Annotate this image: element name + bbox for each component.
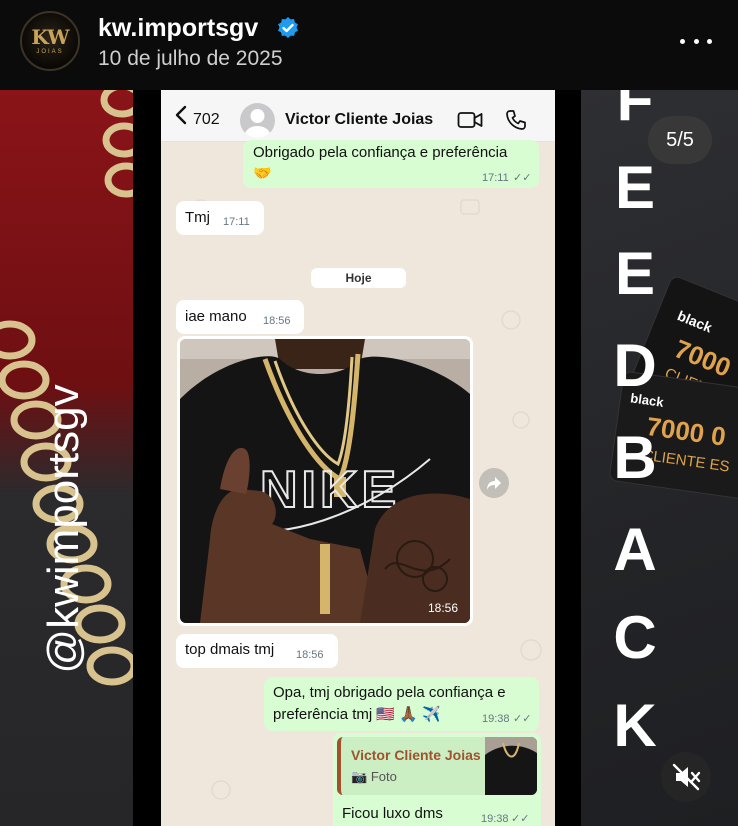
read-ticks-icon: ✓✓ xyxy=(513,172,532,184)
overlay-letter: K xyxy=(613,692,657,759)
message-time: 18:56 xyxy=(263,315,291,327)
story-pager: 5/5 xyxy=(648,116,712,164)
back-arrow-icon[interactable] xyxy=(171,104,193,126)
story-media[interactable]: @kwimportsgv 702 Victor Cliente Joias Ob… xyxy=(0,90,738,826)
message-time: 17:11 xyxy=(223,216,250,228)
svg-text:NIKE: NIKE xyxy=(260,461,400,519)
overlay-letter: E xyxy=(614,240,656,307)
video-call-icon[interactable] xyxy=(457,110,483,130)
profile-avatar[interactable]: KW JOIAS xyxy=(20,11,80,71)
message-bubble-incoming[interactable]: top dmais tmj 18:56 xyxy=(176,634,338,668)
message-text: Obrigado pela confiança e preferência xyxy=(253,144,508,161)
message-text-line1: Opa, tmj obrigado pela confiança e xyxy=(273,684,506,701)
handshake-emoji: 🤝 xyxy=(253,165,272,182)
quoted-sender: Victor Cliente Joias xyxy=(351,747,481,763)
message-text: iae mano xyxy=(185,308,247,325)
forward-icon[interactable] xyxy=(479,468,509,498)
chat-header: 702 Victor Cliente Joias xyxy=(161,90,555,142)
message-bubble-outgoing[interactable]: Obrigado pela confiança e preferência 🤝 … xyxy=(243,140,539,188)
message-text: top dmais tmj xyxy=(185,641,275,658)
message-text-line2: preferência tmj 🇺🇸 🙏🏾 ✈️ xyxy=(273,706,441,723)
avatar-subtitle: JOIAS xyxy=(36,49,64,55)
quoted-photo-thumbnail xyxy=(485,737,537,795)
photo-time: 18:56 xyxy=(427,601,458,615)
date-separator: Hoje xyxy=(311,268,406,288)
story-watermark: @kwimportsgv xyxy=(39,384,88,674)
mute-icon[interactable] xyxy=(661,752,711,802)
message-bubble-incoming[interactable]: iae mano 18:56 xyxy=(176,300,304,334)
message-text: Tmj xyxy=(185,209,210,226)
overlay-letter: D xyxy=(613,332,657,399)
overlay-letter: B xyxy=(613,424,657,491)
left-jewelry-photo: @kwimportsgv xyxy=(0,90,148,826)
customer-photo[interactable]: NIKE 18:56 xyxy=(180,339,470,623)
message-time: 19:38 xyxy=(481,813,509,825)
post-date: 10 de julho de 2025 xyxy=(98,47,283,70)
avatar-logo: KW xyxy=(31,25,69,49)
quoted-photo-label: 📷 Foto xyxy=(351,769,397,784)
message-time: 17:11 xyxy=(482,172,509,184)
overlay-letter: C xyxy=(613,604,657,671)
contact-name[interactable]: Victor Cliente Joias xyxy=(285,111,433,129)
message-bubble-outgoing[interactable]: Opa, tmj obrigado pela confiança e prefe… xyxy=(264,677,539,731)
verified-badge-icon xyxy=(278,17,298,38)
post-header: KW JOIAS kw.importsgv 10 de julho de 202… xyxy=(0,0,738,90)
message-time: 19:38 xyxy=(482,713,510,725)
whatsapp-chat-screenshot: 702 Victor Cliente Joias Obrigado pela c… xyxy=(161,90,555,826)
voice-call-icon[interactable] xyxy=(505,109,527,131)
photo-message[interactable]: NIKE 18:56 xyxy=(177,336,473,626)
read-ticks-icon: ✓✓ xyxy=(513,713,532,725)
message-bubble-reply[interactable]: Victor Cliente Joias 📷 Foto Ficou luxo d… xyxy=(333,733,541,826)
customer-wearing-chain-image: NIKE xyxy=(180,339,470,623)
camera-icon: 📷 xyxy=(351,769,368,784)
contact-avatar[interactable] xyxy=(240,103,275,138)
message-bubble-incoming[interactable]: Tmj 17:11 xyxy=(176,201,264,235)
message-time: 18:56 xyxy=(296,649,324,661)
unread-count[interactable]: 702 xyxy=(193,111,220,129)
quoted-message[interactable]: Victor Cliente Joias 📷 Foto xyxy=(337,737,537,795)
message-text: Ficou luxo dms xyxy=(342,805,443,822)
overlay-letter: A xyxy=(613,516,657,583)
more-options-icon[interactable] xyxy=(680,36,712,46)
overlay-letter: E xyxy=(614,154,656,221)
read-ticks-icon: ✓✓ xyxy=(511,813,530,825)
profile-username[interactable]: kw.importsgv xyxy=(98,14,258,43)
